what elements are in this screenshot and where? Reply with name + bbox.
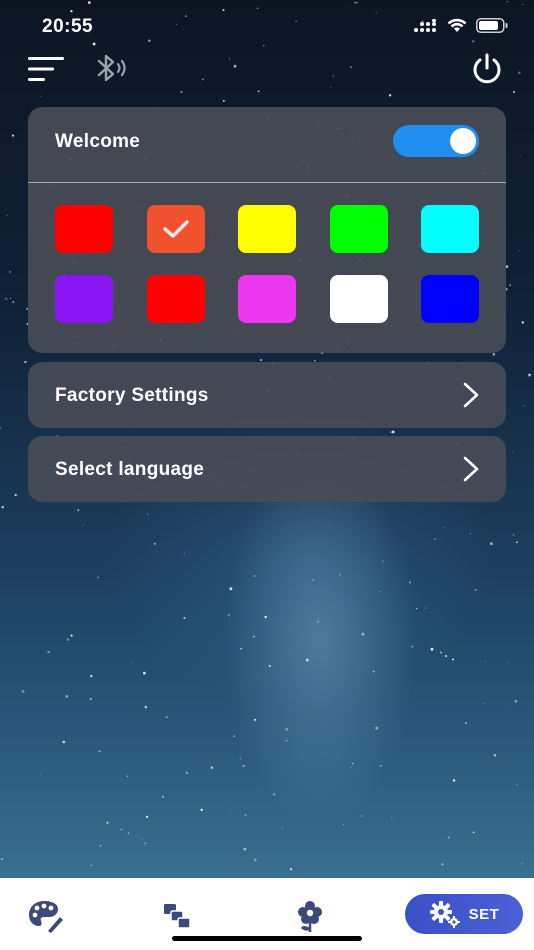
power-button[interactable] (470, 52, 504, 86)
menu-lines-icon (28, 57, 64, 81)
gear-icon (429, 901, 460, 928)
power-icon (473, 53, 501, 84)
palette-icon (29, 901, 63, 933)
home-indicator (172, 936, 362, 941)
scenes-icon (164, 904, 191, 929)
status-time: 20:55 (42, 16, 94, 37)
color-swatch[interactable] (329, 275, 388, 323)
toggle-knob (450, 128, 476, 154)
select-language-row[interactable]: Select language (28, 436, 506, 502)
tab-scenes[interactable] (158, 898, 198, 934)
flower-icon (298, 901, 322, 932)
bluetooth-button[interactable] (94, 52, 132, 86)
tab-set[interactable]: SET (405, 894, 523, 934)
color-swatch[interactable] (329, 205, 388, 253)
chevron-right-icon (463, 382, 479, 408)
color-swatch[interactable] (55, 275, 113, 323)
tab-set-label: SET (468, 905, 500, 923)
select-language-label: Select language (55, 459, 205, 480)
color-swatch[interactable] (421, 205, 479, 253)
color-swatch[interactable] (238, 205, 296, 253)
color-swatch[interactable] (421, 275, 479, 323)
checkmark-icon (162, 220, 189, 238)
chevron-right-icon (463, 456, 479, 482)
wifi-icon (447, 18, 467, 32)
color-swatch[interactable] (146, 205, 205, 253)
divider (28, 182, 506, 183)
status-icons (414, 18, 508, 33)
welcome-toggle[interactable] (393, 125, 479, 157)
battery-icon (476, 18, 508, 33)
factory-settings-row[interactable]: Factory Settings (28, 362, 506, 428)
bluetooth-icon (97, 54, 126, 82)
welcome-row: Welcome (28, 107, 506, 182)
color-swatch[interactable] (55, 205, 113, 253)
tab-flower[interactable] (290, 898, 330, 934)
cellular-signal-icon (414, 18, 436, 32)
welcome-label: Welcome (55, 131, 141, 152)
color-swatch[interactable] (238, 275, 296, 323)
menu-button[interactable] (28, 55, 66, 83)
welcome-card: Welcome (28, 107, 506, 353)
factory-settings-label: Factory Settings (55, 385, 209, 406)
tab-palette[interactable] (26, 898, 66, 934)
color-swatch[interactable] (146, 275, 205, 323)
